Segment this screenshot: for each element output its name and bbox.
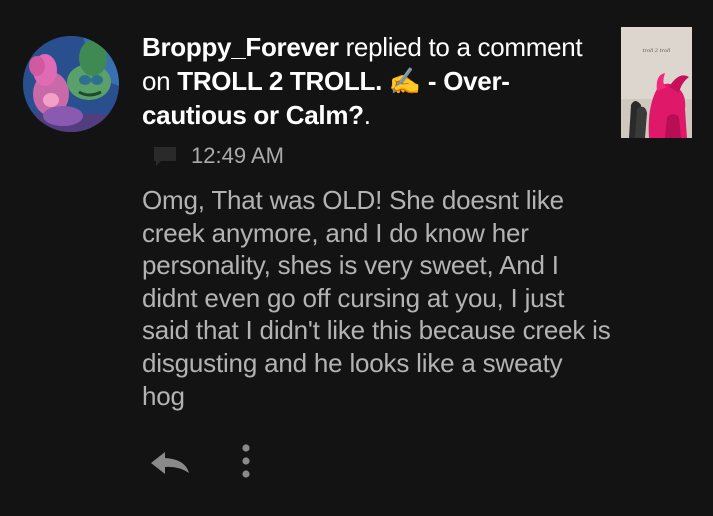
more-vertical-icon (242, 444, 250, 478)
notification-meta: 12:49 AM (153, 143, 284, 169)
username-link[interactable]: Broppy_Forever (142, 32, 339, 62)
thumbnail-caption: troll 2 troll (642, 48, 671, 54)
thumbnail-image (621, 27, 692, 138)
reply-arrow-icon (151, 452, 189, 474)
chat-bubble-icon (154, 147, 176, 166)
avatar-image (23, 36, 119, 132)
trailing-punct: . (363, 100, 371, 130)
notification-headline[interactable]: Broppy_Forever replied to a comment on T… (142, 30, 592, 132)
post-title-link[interactable]: TROLL 2 TROLL. ✍ - Over-cautious or Calm… (142, 66, 510, 130)
reply-button[interactable] (145, 442, 195, 482)
user-avatar[interactable] (23, 36, 119, 132)
post-thumbnail[interactable]: troll 2 troll (621, 27, 692, 138)
more-options-button[interactable] (232, 440, 260, 484)
comment-text: Omg, That was OLD! She doesnt like creek… (142, 185, 611, 411)
timestamp: 12:49 AM (191, 143, 284, 168)
